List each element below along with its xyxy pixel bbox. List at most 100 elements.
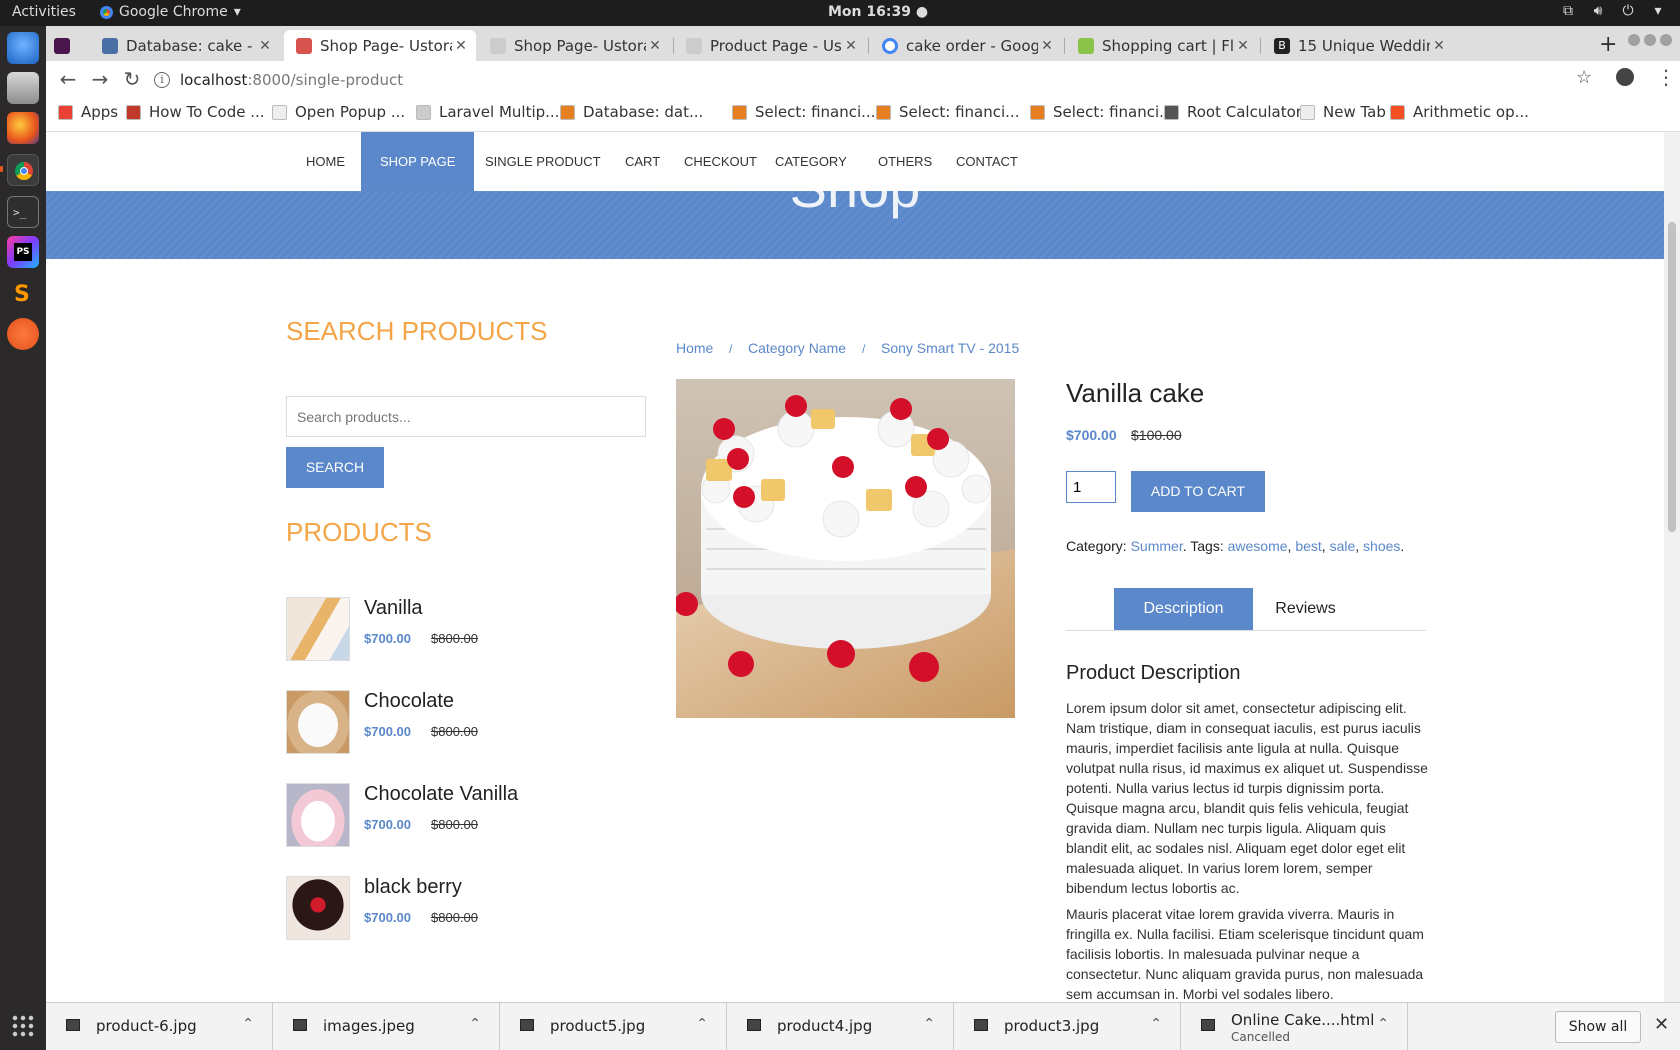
chevron-up-icon[interactable]: ⌃ <box>469 1016 481 1032</box>
chrome-icon[interactable] <box>7 154 39 186</box>
add-to-cart-button[interactable]: ADD TO CART <box>1131 471 1265 512</box>
close-icon[interactable]: ✕ <box>1234 38 1252 54</box>
show-all-button[interactable]: Show all <box>1555 1011 1641 1043</box>
close-icon[interactable]: ✕ <box>256 38 274 54</box>
search-input[interactable] <box>286 396 646 437</box>
product-name[interactable]: Chocolate <box>364 690 454 713</box>
forward-arrow-icon[interactable]: → <box>88 67 112 91</box>
tab-shop-page[interactable]: Shop Page- Ustora De ✕ <box>478 30 670 61</box>
reload-icon[interactable]: ↻ <box>120 67 144 91</box>
postman-icon[interactable] <box>7 318 39 350</box>
download-item[interactable]: product3.jpg ⌃ <box>954 1003 1181 1050</box>
tab-wedding[interactable]: B 15 Unique Wedding C ✕ <box>1262 30 1454 61</box>
page-scrollbar[interactable] <box>1664 132 1680 1002</box>
files-icon[interactable] <box>7 72 39 104</box>
tab-google-search[interactable]: cake order - Google S ✕ <box>870 30 1062 61</box>
phpstorm-icon[interactable]: PS <box>7 236 39 268</box>
product-thumbnail[interactable] <box>286 597 350 661</box>
close-icon[interactable]: ✕ <box>842 38 860 54</box>
address-bar[interactable]: i localhost:8000/single-product <box>154 65 1624 95</box>
tab-reviews[interactable]: Reviews <box>1253 588 1358 630</box>
product-name[interactable]: black berry <box>364 876 462 899</box>
info-icon[interactable]: i <box>154 72 170 88</box>
close-icon[interactable]: ✕ <box>1654 1014 1669 1035</box>
new-tab-plus-icon[interactable]: + <box>1599 32 1617 57</box>
clock[interactable]: Mon 16:39 ● <box>828 4 928 20</box>
close-icon[interactable]: ✕ <box>1430 38 1448 54</box>
quantity-input[interactable] <box>1066 471 1116 503</box>
product-name[interactable]: Vanilla <box>364 597 423 620</box>
menu-item-home[interactable]: HOME <box>287 132 364 191</box>
product-thumbnail[interactable] <box>286 783 350 847</box>
bookmark-item[interactable]: Select: financi... <box>876 103 1019 121</box>
network-icon[interactable]: ⧉ <box>1560 3 1576 19</box>
product-image[interactable] <box>676 379 1015 718</box>
tab-shop-page-active[interactable]: Shop Page- Ustora De ✕ <box>284 30 476 61</box>
show-applications-icon[interactable] <box>11 1014 35 1038</box>
firefox-icon[interactable] <box>7 112 39 144</box>
caret-down-icon[interactable]: ▾ <box>1650 3 1666 19</box>
activities-button[interactable]: Activities <box>12 4 76 20</box>
sidebar-product[interactable]: Chocolate $700.00 $800.00 <box>286 690 646 754</box>
bookmark-item[interactable]: Open Popup ... <box>272 103 405 121</box>
bookmark-item[interactable]: New Tab <box>1300 103 1386 121</box>
chrome-menu-icon[interactable]: ⋮ <box>1656 65 1676 89</box>
tag-link[interactable]: sale <box>1330 538 1356 554</box>
bookmark-item[interactable]: Arithmetic op... <box>1390 103 1529 121</box>
bookmark-item[interactable]: Select: financi... <box>732 103 875 121</box>
category-link[interactable]: Summer <box>1131 538 1183 554</box>
product-name[interactable]: Chocolate Vanilla <box>364 783 518 806</box>
menu-item-category[interactable]: CATEGORY <box>756 132 866 191</box>
product-thumbnail[interactable] <box>286 690 350 754</box>
chevron-up-icon[interactable]: ⌃ <box>696 1016 708 1032</box>
menu-item-shop-page[interactable]: SHOP PAGE <box>361 132 475 191</box>
bookmark-item[interactable]: Database: dat... <box>560 103 703 121</box>
tab-description[interactable]: Description <box>1114 588 1253 630</box>
minimize-icon[interactable] <box>1628 34 1640 46</box>
close-icon[interactable]: ✕ <box>452 38 470 54</box>
chevron-up-icon[interactable]: ⌃ <box>923 1016 935 1032</box>
download-item[interactable]: product5.jpg ⌃ <box>500 1003 727 1050</box>
tab-database[interactable]: Database: cake - Adm ✕ <box>90 30 280 61</box>
tab-pinned[interactable] <box>50 30 72 61</box>
tag-link[interactable]: shoes <box>1363 538 1400 554</box>
close-icon[interactable]: ✕ <box>646 38 664 54</box>
breadcrumb-home[interactable]: Home <box>676 340 713 356</box>
breadcrumb-category[interactable]: Category Name <box>748 340 846 356</box>
tab-product-page[interactable]: Product Page - Ustor ✕ <box>674 30 866 61</box>
download-item[interactable]: Online Cake....html Cancelled ⌃ <box>1181 1003 1408 1050</box>
app-menu[interactable]: Google Chrome ▾ <box>100 4 241 20</box>
tab-shopping-cart[interactable]: Shopping cart | Flowe ✕ <box>1066 30 1258 61</box>
volume-icon[interactable]: 🔊︎ <box>1590 3 1606 19</box>
chevron-up-icon[interactable]: ⌃ <box>1150 1016 1162 1032</box>
breadcrumb-product[interactable]: Sony Smart TV - 2015 <box>881 340 1019 356</box>
thunderbird-icon[interactable] <box>7 32 39 64</box>
sidebar-product[interactable]: Vanilla $700.00 $800.00 <box>286 597 646 661</box>
back-arrow-icon[interactable]: ← <box>56 67 80 91</box>
maximize-icon[interactable] <box>1644 34 1656 46</box>
product-thumbnail[interactable] <box>286 876 350 940</box>
bookmark-item[interactable]: Root Calculator <box>1164 103 1302 121</box>
close-icon[interactable]: ✕ <box>1038 38 1056 54</box>
download-item[interactable]: product4.jpg ⌃ <box>727 1003 954 1050</box>
account-icon[interactable] <box>1616 68 1634 86</box>
chevron-up-icon[interactable]: ⌃ <box>1377 1016 1389 1032</box>
bookmark-item[interactable]: Laravel Multip... <box>416 103 559 121</box>
scrollbar-thumb[interactable] <box>1668 222 1676 532</box>
menu-item-contact[interactable]: CONTACT <box>937 132 1037 191</box>
power-icon[interactable]: ⏻ <box>1620 3 1636 19</box>
bookmark-star-icon[interactable]: ☆ <box>1576 67 1592 88</box>
close-window-icon[interactable] <box>1660 34 1672 46</box>
sidebar-product[interactable]: Chocolate Vanilla $700.00 $800.00 <box>286 783 646 847</box>
bookmark-item[interactable]: How To Code ... <box>126 103 265 121</box>
chevron-up-icon[interactable]: ⌃ <box>242 1016 254 1032</box>
menu-item-single-product[interactable]: SINGLE PRODUCT <box>466 132 620 191</box>
terminal-icon[interactable]: >_ <box>7 196 39 228</box>
download-item[interactable]: product-6.jpg ⌃ <box>46 1003 273 1050</box>
download-item[interactable]: images.jpeg ⌃ <box>273 1003 500 1050</box>
bookmark-item[interactable]: Select: financi... <box>1030 103 1173 121</box>
search-button[interactable]: SEARCH <box>286 447 384 488</box>
bookmark-item[interactable]: Apps <box>58 103 118 121</box>
sidebar-product[interactable]: black berry $700.00 $800.00 <box>286 876 646 940</box>
sublime-text-icon[interactable]: S <box>7 276 39 308</box>
